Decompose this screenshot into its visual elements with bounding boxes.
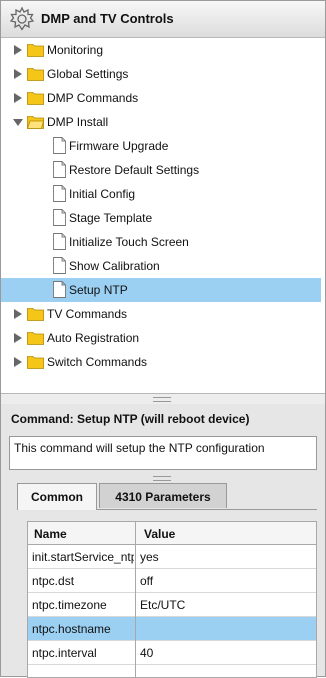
document-icon [53, 281, 66, 298]
tree-item-initialize-touch-screen[interactable]: Initialize Touch Screen [1, 230, 321, 254]
tree-item-firmware-upgrade[interactable]: Firmware Upgrade [1, 134, 321, 158]
folder-icon [27, 116, 44, 129]
parameter-grid: Name Value init.startService_ntp yes ntpc.… [27, 521, 317, 678]
param-value-cell[interactable]: off [140, 574, 153, 588]
tree-item-label: Setup NTP [69, 283, 128, 297]
triangle-down-icon[interactable] [13, 117, 23, 127]
folder-icon [27, 92, 44, 105]
tree-item-label: DMP Commands [47, 91, 139, 105]
tree-item-label: Global Settings [47, 67, 129, 81]
column-header-name[interactable]: Name [34, 527, 67, 541]
param-name-cell: ntpc.interval [32, 646, 97, 660]
document-icon [53, 137, 66, 154]
grid-header: Name Value [28, 522, 316, 545]
param-name-cell: ntpc.dst [32, 574, 75, 588]
tree-item-label: Initial Config [69, 187, 136, 201]
tab-4310-parameters[interactable]: 4310 Parameters [99, 483, 227, 508]
tree-item-label: DMP Install [47, 115, 109, 129]
document-icon [53, 257, 66, 274]
folder-icon [27, 68, 44, 81]
gear-icon [9, 6, 35, 31]
folder-icon [27, 308, 44, 321]
tree-item-label: Restore Default Settings [69, 163, 200, 177]
resize-grip-icon[interactable] [153, 476, 171, 481]
triangle-right-icon[interactable] [13, 45, 23, 55]
tree-item-initial-config[interactable]: Initial Config [1, 182, 321, 206]
document-icon [53, 185, 66, 202]
tree-item-show-calibration[interactable]: Show Calibration [1, 254, 321, 278]
tree-item-label: Switch Commands [47, 355, 148, 369]
param-value-cell[interactable]: yes [140, 550, 159, 564]
tree-item-label: Firmware Upgrade [69, 139, 169, 153]
triangle-right-icon[interactable] [13, 93, 23, 103]
tree-item-global-settings[interactable]: Global Settings [1, 62, 321, 86]
grid-row[interactable]: ntpc.hostname [28, 617, 316, 641]
tree-item-setup-ntp[interactable]: Setup NTP [1, 278, 321, 302]
tree-item-tv-commands[interactable]: TV Commands [1, 302, 321, 326]
command-description-box: This command will setup the NTP configur… [9, 436, 317, 470]
app-title: DMP and TV Controls [41, 11, 174, 26]
document-icon [53, 233, 66, 250]
app-window: DMP and TV Controls Monitoring Global Set… [0, 0, 326, 678]
tree-item-dmp-commands[interactable]: DMP Commands [1, 86, 321, 110]
tree-item-stage-template[interactable]: Stage Template [1, 206, 321, 230]
param-value-cell[interactable]: 40 [140, 646, 153, 660]
tree-item-label: Monitoring [47, 43, 104, 57]
tree-item-label: Initialize Touch Screen [69, 235, 189, 249]
command-description: This command will setup the NTP configur… [14, 441, 265, 455]
triangle-right-icon[interactable] [13, 333, 23, 343]
tree-item-label: Stage Template [69, 211, 153, 225]
tree-item-restore-default-settings[interactable]: Restore Default Settings [1, 158, 321, 182]
panel-header: DMP and TV Controls [1, 1, 325, 38]
splitter-grip-icon[interactable] [153, 397, 171, 402]
param-value-cell[interactable]: Etc/UTC [140, 598, 185, 612]
triangle-right-icon[interactable] [13, 357, 23, 367]
triangle-right-icon[interactable] [13, 69, 23, 79]
tab-common[interactable]: Common [17, 483, 97, 510]
grid-row[interactable]: ntpc.dst off [28, 569, 316, 593]
tab-bar: Common 4310 Parameters [17, 483, 317, 510]
command-tree: Monitoring Global Settings DMP Commands DMP… [1, 38, 325, 393]
triangle-right-icon[interactable] [13, 309, 23, 319]
grid-row[interactable]: ntpc.interval 40 [28, 641, 316, 665]
folder-icon [27, 356, 44, 369]
tree-item-label: Show Calibration [69, 259, 160, 273]
tree-item-label: Auto Registration [47, 331, 140, 345]
document-icon [53, 161, 66, 178]
tree-item-auto-registration[interactable]: Auto Registration [1, 326, 321, 350]
command-panel: Command: Setup NTP (will reboot device) … [1, 404, 325, 678]
param-name-cell: init.startService_ntp [32, 550, 134, 564]
tree-item-monitoring[interactable]: Monitoring [1, 38, 321, 62]
command-title: Command: Setup NTP (will reboot device) [11, 412, 250, 426]
tree-item-switch-commands[interactable]: Switch Commands [1, 350, 321, 374]
column-header-value[interactable]: Value [144, 527, 175, 541]
document-icon [53, 209, 66, 226]
column-divider [135, 522, 136, 677]
tree-item-dmp-install[interactable]: DMP Install [1, 110, 321, 134]
grid-row[interactable]: ntpc.timezone Etc/UTC [28, 593, 316, 617]
grid-row[interactable]: init.startService_ntp yes [28, 545, 316, 569]
param-name-cell: ntpc.timezone [32, 598, 107, 612]
folder-icon [27, 44, 44, 57]
tree-item-label: TV Commands [47, 307, 128, 321]
folder-icon [27, 332, 44, 345]
param-name-cell: ntpc.hostname [32, 622, 111, 636]
